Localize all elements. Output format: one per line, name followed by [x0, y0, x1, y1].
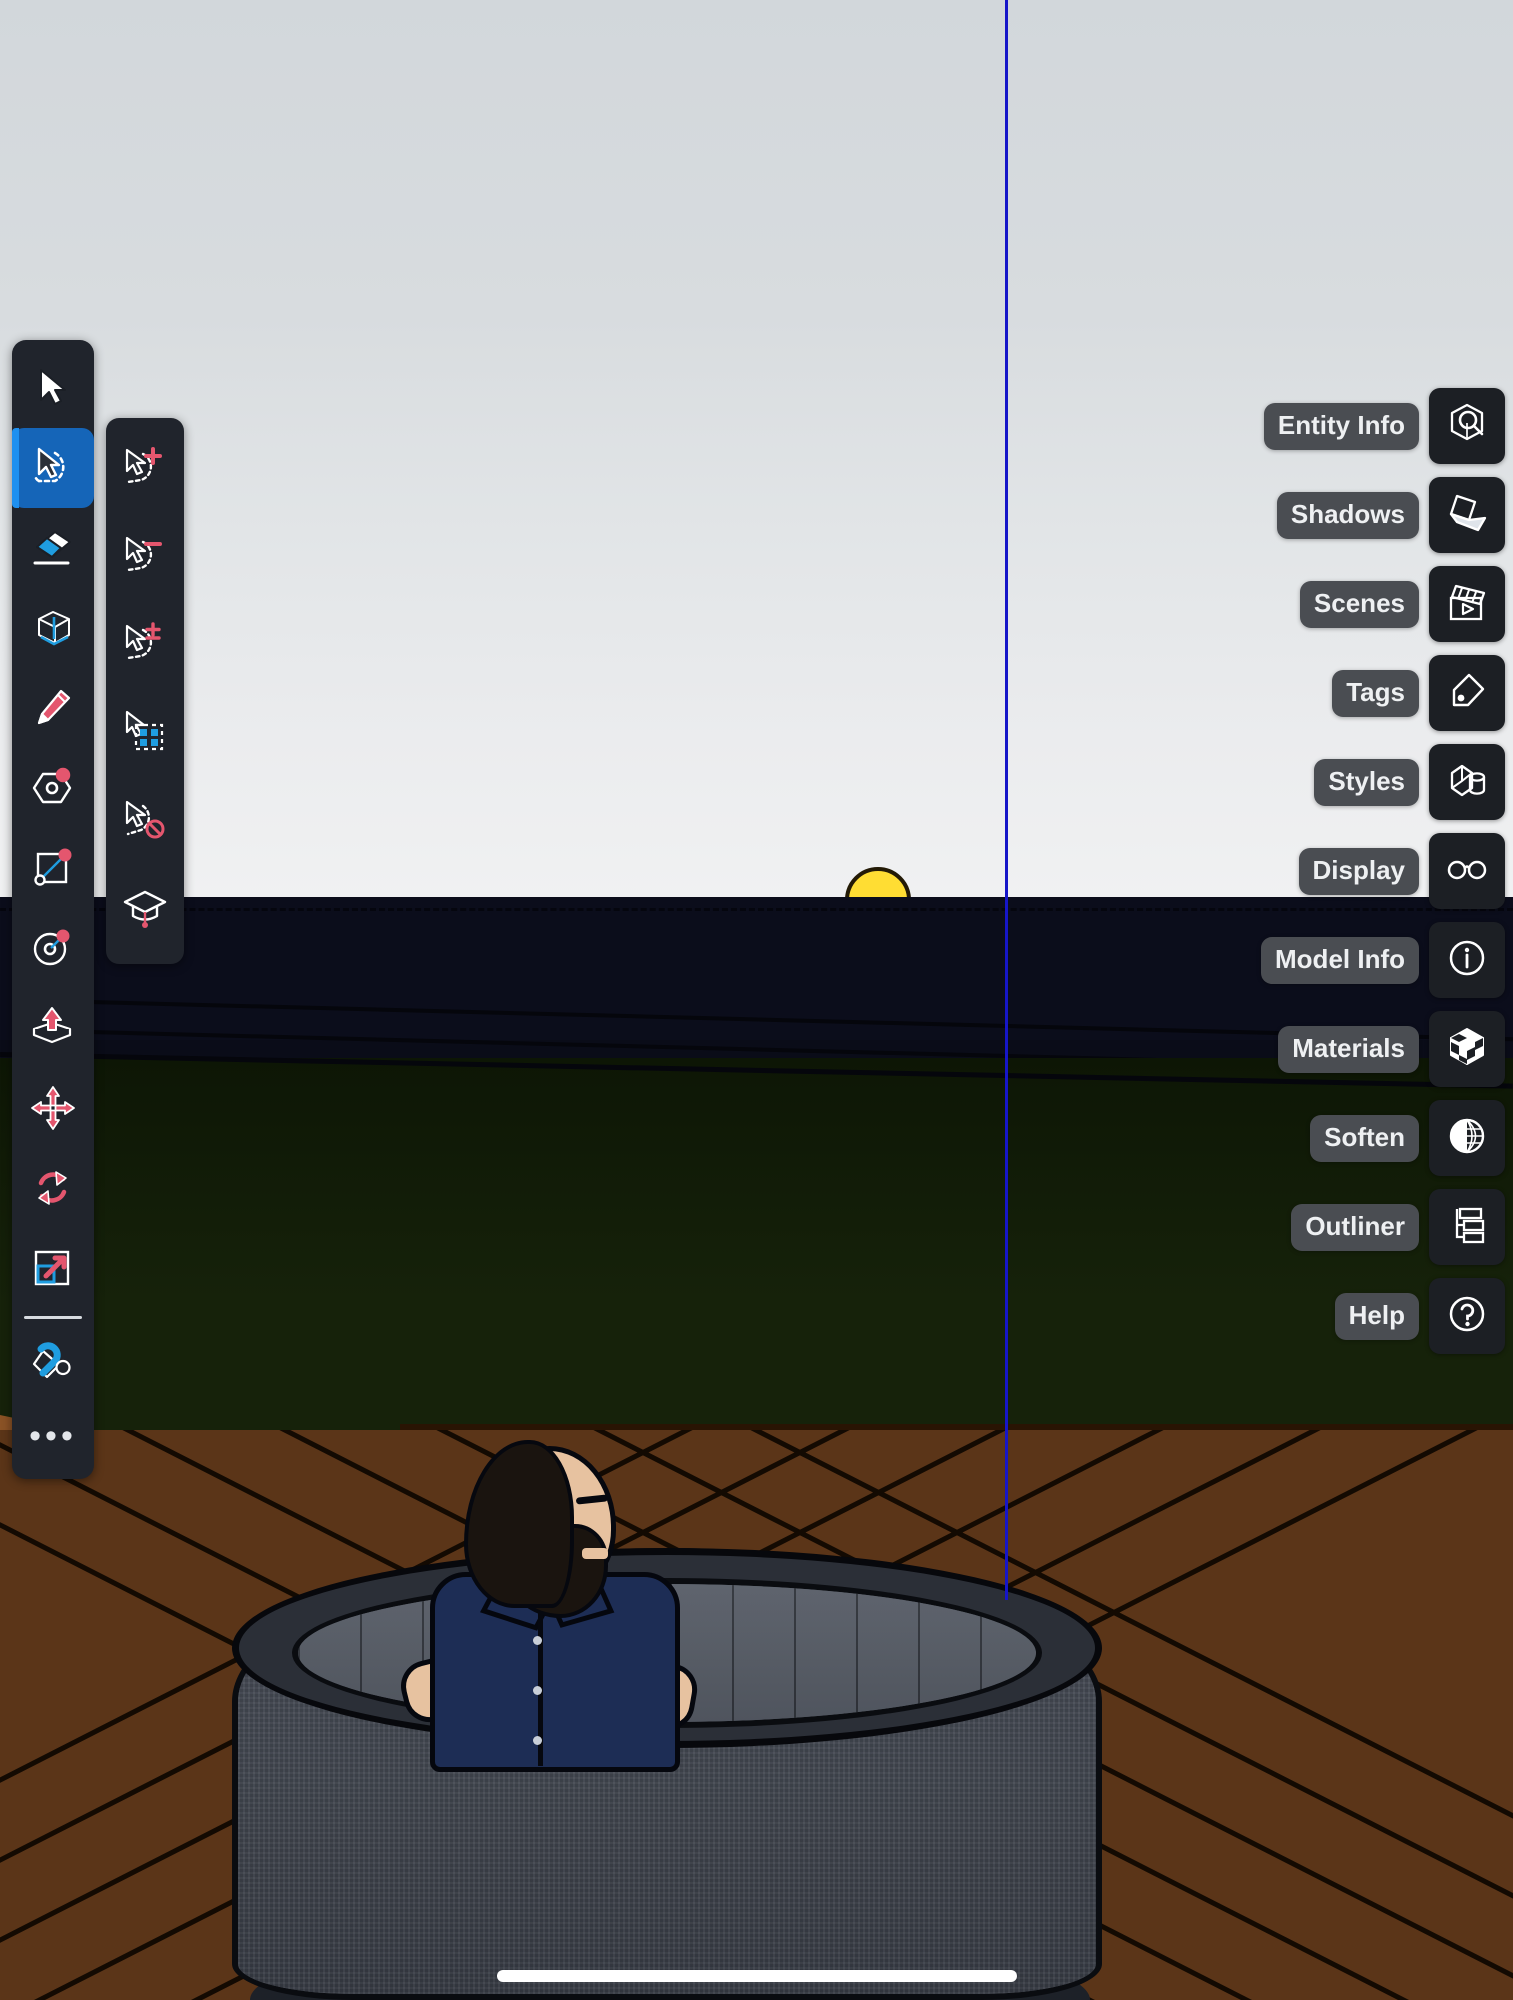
panel-tags-button[interactable]: [1429, 655, 1505, 731]
scale-icon: [30, 1246, 76, 1290]
panel-tags[interactable]: Tags: [1261, 655, 1505, 731]
lasso-multi-tool[interactable]: [106, 690, 184, 778]
panel-soften-button[interactable]: [1429, 1100, 1505, 1176]
panel-model-info-label: Model Info: [1261, 936, 1419, 984]
glasses-icon: [1444, 846, 1490, 897]
move-tool[interactable]: [12, 1068, 94, 1148]
panel-tags-label: Tags: [1332, 669, 1419, 717]
panel-display-label: Display: [1298, 847, 1419, 895]
tag-icon: [1444, 668, 1490, 719]
rectangle-tool[interactable]: [12, 828, 94, 908]
lasso-toggle-tool[interactable]: [106, 602, 184, 690]
lasso-plus-icon: [119, 444, 171, 497]
rotate-icon: [30, 1166, 76, 1210]
panel-soften[interactable]: Soften: [1261, 1100, 1505, 1176]
panel-outliner-button[interactable]: [1429, 1189, 1505, 1265]
blue-axis-line: [1005, 0, 1008, 1600]
paint-tool[interactable]: [12, 1323, 94, 1403]
lasso-options-flyout[interactable]: [106, 418, 184, 964]
graduation-cap-icon: [120, 886, 170, 935]
panel-shadows[interactable]: Shadows: [1261, 477, 1505, 553]
learn-tool[interactable]: [106, 866, 184, 954]
styles-shapes-icon: [1444, 757, 1490, 808]
panel-scenes-button[interactable]: [1429, 566, 1505, 642]
cube-line-icon: [30, 607, 76, 649]
push-pull-tool[interactable]: [12, 988, 94, 1068]
lasso-subtract-tool[interactable]: [106, 514, 184, 602]
push-pull-icon: [29, 1006, 77, 1050]
select-tool[interactable]: [12, 348, 94, 428]
freehand-tool[interactable]: [12, 668, 94, 748]
line-tool[interactable]: [12, 588, 94, 668]
panel-styles-button[interactable]: [1429, 744, 1505, 820]
person-mouth: [582, 1548, 608, 1559]
question-circle-icon: [1444, 1291, 1490, 1342]
info-circle-icon: [1444, 935, 1490, 986]
eraser-icon: [30, 527, 76, 569]
rotate-tool[interactable]: [12, 1148, 94, 1228]
panel-help-button[interactable]: [1429, 1278, 1505, 1354]
entity-info-icon: [1444, 401, 1490, 452]
lasso-minus-icon: [119, 532, 171, 585]
lasso-cursor-icon: [29, 445, 77, 491]
toolbar-divider: [24, 1316, 82, 1319]
person-figure[interactable]: [395, 1440, 710, 1772]
panel-soften-label: Soften: [1310, 1114, 1419, 1162]
outliner-stack-icon: [1444, 1202, 1490, 1253]
lasso-multi-icon: [119, 708, 171, 761]
home-indicator[interactable]: [496, 1970, 1017, 1982]
sketchup-app-window: ••• Entity Info Shadows Scenes Tags Styl…: [0, 0, 1513, 2000]
pencil-icon: [31, 686, 75, 730]
panel-materials-label: Materials: [1278, 1025, 1419, 1073]
panel-scenes-label: Scenes: [1299, 580, 1419, 628]
circle-icon: [30, 927, 76, 969]
panel-entity-info[interactable]: Entity Info: [1261, 388, 1505, 464]
soften-sphere-icon: [1444, 1113, 1490, 1164]
scale-tool[interactable]: [12, 1228, 94, 1308]
paint-bucket-icon: [29, 1341, 77, 1385]
more-tools-button[interactable]: •••: [12, 1403, 94, 1469]
panel-materials[interactable]: Materials: [1261, 1011, 1505, 1087]
panel-display[interactable]: Display: [1261, 833, 1505, 909]
panel-help-label: Help: [1334, 1292, 1419, 1340]
person-shirt-button: [533, 1636, 542, 1645]
lasso-add-tool[interactable]: [106, 426, 184, 514]
person-hair: [464, 1440, 574, 1608]
lasso-none-icon: [119, 796, 171, 849]
person-shirt-button: [533, 1736, 542, 1745]
hexagon-icon: [29, 767, 77, 809]
panel-display-button[interactable]: [1429, 833, 1505, 909]
polygon-tool[interactable]: [12, 748, 94, 828]
panel-entity-info-label: Entity Info: [1263, 402, 1419, 450]
shadows-icon: [1444, 490, 1490, 541]
panel-scenes[interactable]: Scenes: [1261, 566, 1505, 642]
right-panel-tray[interactable]: Entity Info Shadows Scenes Tags Styles D…: [1261, 388, 1505, 1354]
panel-entity-info-button[interactable]: [1429, 388, 1505, 464]
panel-styles-label: Styles: [1314, 758, 1419, 806]
panel-outliner[interactable]: Outliner: [1261, 1189, 1505, 1265]
lasso-none-tool[interactable]: [106, 778, 184, 866]
panel-shadows-label: Shadows: [1276, 491, 1419, 539]
person-shirt-button: [533, 1686, 542, 1695]
arrow-cursor-icon: [33, 366, 73, 410]
left-tool-palette[interactable]: •••: [12, 340, 94, 1479]
clapperboard-icon: [1444, 579, 1490, 630]
panel-help[interactable]: Help: [1261, 1278, 1505, 1354]
eraser-tool[interactable]: [12, 508, 94, 588]
checker-cube-icon: [1444, 1024, 1490, 1075]
panel-materials-button[interactable]: [1429, 1011, 1505, 1087]
circle-tool[interactable]: [12, 908, 94, 988]
rectangle-icon: [31, 847, 75, 889]
panel-model-info-button[interactable]: [1429, 922, 1505, 998]
lasso-select-tool[interactable]: [12, 428, 94, 508]
panel-outliner-label: Outliner: [1291, 1203, 1419, 1251]
lasso-plusminus-icon: [119, 620, 171, 673]
move-arrows-icon: [30, 1085, 76, 1131]
panel-styles[interactable]: Styles: [1261, 744, 1505, 820]
panel-model-info[interactable]: Model Info: [1261, 922, 1505, 998]
panel-shadows-button[interactable]: [1429, 477, 1505, 553]
